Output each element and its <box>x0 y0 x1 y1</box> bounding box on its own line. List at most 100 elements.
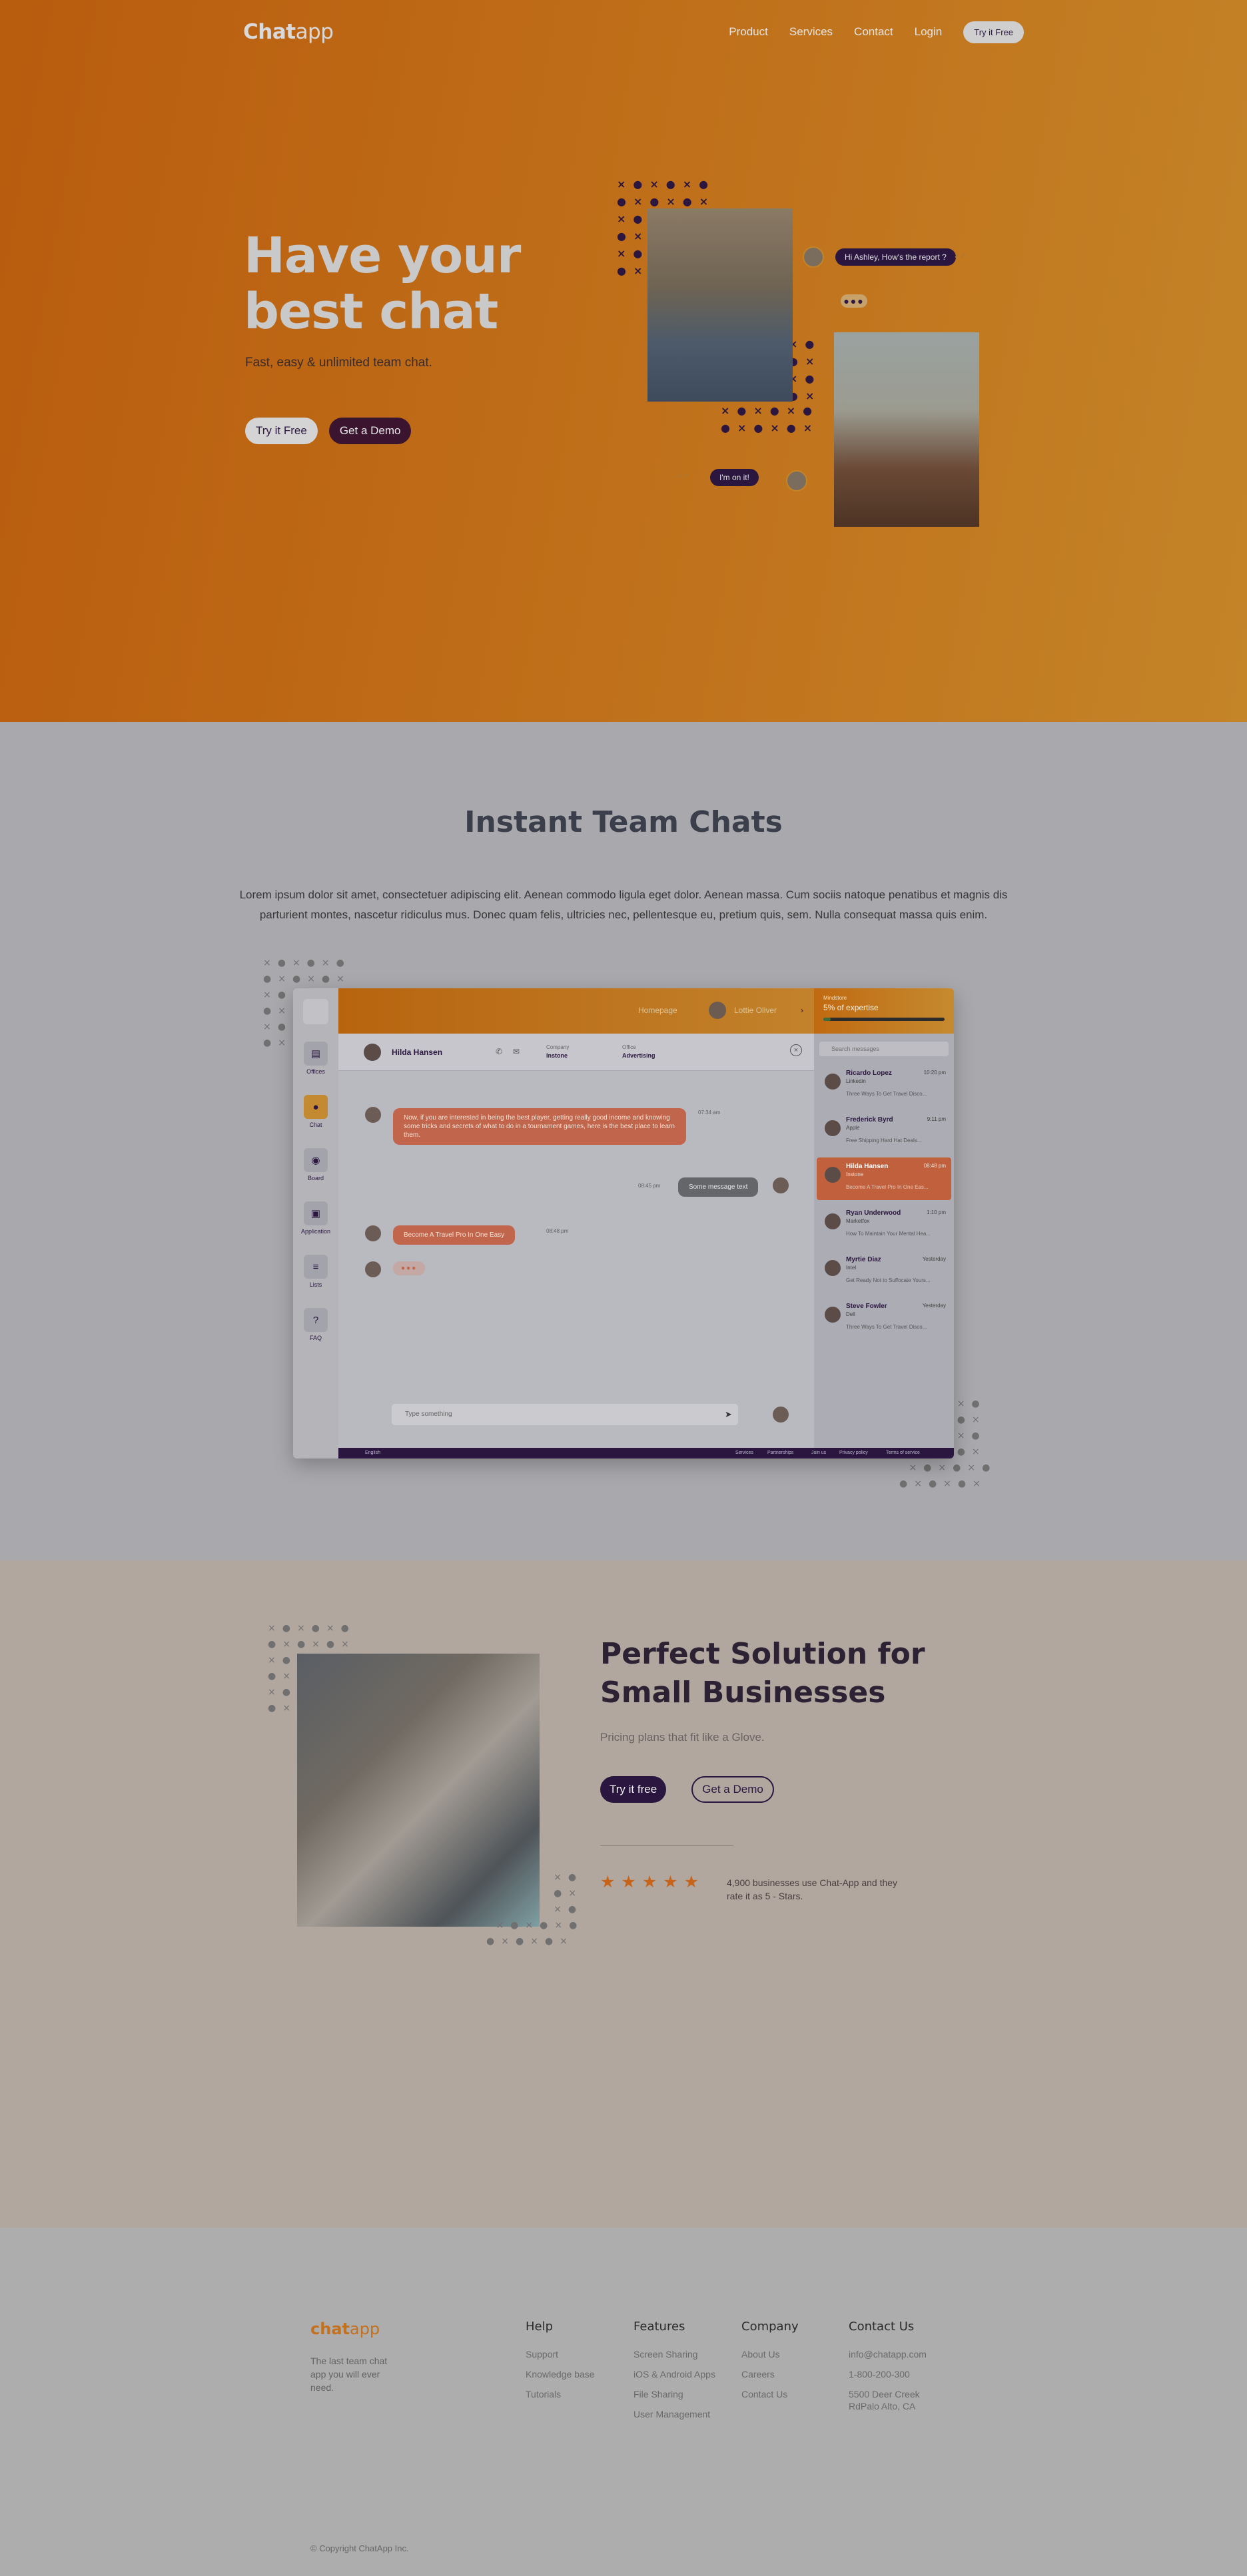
footer-link-privacy[interactable]: Privacy policy <box>839 1448 868 1458</box>
homepage-link[interactable]: Homepage <box>638 1006 677 1015</box>
expertise-caption: Mindstore <box>823 995 847 1001</box>
footer-link-terms[interactable]: Terms of service <box>886 1448 920 1458</box>
contact-item[interactable]: Myrtie Diaz Yesterday Intel Get Ready No… <box>817 1251 951 1293</box>
hero-demo-button[interactable]: Get a Demo <box>328 418 412 444</box>
contact-item-active[interactable]: Hilda Hansen 08:48 pm Instone Become A T… <box>817 1157 951 1200</box>
mail-icon[interactable]: ✉ <box>513 1047 520 1056</box>
footer-link[interactable]: Screen Sharing <box>633 2348 715 2360</box>
sidebar-item-lists[interactable]: ≡ Lists <box>300 1255 332 1288</box>
business-subtitle: Pricing plans that fit like a Glove. <box>600 1731 765 1744</box>
footer-email-link[interactable]: info@chatapp.com <box>849 2348 942 2360</box>
decorative-pattern: ×●×●×● ●×●×●× <box>721 404 820 434</box>
message-time: 08:48 pm <box>546 1228 569 1234</box>
section-title: Instant Team Chats <box>464 805 783 839</box>
contact-company: Instone <box>846 1171 864 1177</box>
typing-indicator: ●●● <box>841 294 867 308</box>
contact-preview: Become A Travel Pro In One Eas... <box>846 1184 929 1190</box>
contact-item[interactable]: Ryan Underwood 1:10 pm Marketfox How To … <box>817 1204 951 1247</box>
avatar <box>825 1167 841 1183</box>
divider <box>600 1845 733 1846</box>
sidebar-item-application[interactable]: ▣ Application <box>300 1201 332 1235</box>
contacts-panel: Mindstore 5% of expertise Search message… <box>814 988 954 1458</box>
current-user-name[interactable]: Lottie Oliver <box>734 1006 777 1015</box>
message-bubble: Become A Travel Pro In One Easy <box>393 1225 516 1245</box>
contact-time: 08:48 pm <box>923 1163 946 1169</box>
business-try-free-button[interactable]: Try it free <box>600 1776 667 1803</box>
search-input[interactable]: Search messages <box>819 1042 949 1056</box>
logo-light: app <box>349 2320 380 2338</box>
footer-link[interactable]: File Sharing <box>633 2388 715 2400</box>
footer-link[interactable]: Careers <box>741 2368 799 2380</box>
contact-item[interactable]: Ricardo Lopez 10:20 pm Linkedin Three Wa… <box>817 1064 951 1107</box>
footer-link[interactable]: iOS & Android Apps <box>633 2368 715 2380</box>
footer-link[interactable]: User Management <box>633 2408 715 2420</box>
contact-time: 9:11 pm <box>927 1116 946 1122</box>
logo[interactable]: Chatapp <box>243 20 334 44</box>
footer-column-title: Features <box>633 2320 685 2334</box>
copyright: © Copyright ChatApp Inc. <box>310 2543 409 2553</box>
message-input[interactable]: Type something <box>392 1404 738 1425</box>
nav-link-services[interactable]: Services <box>789 25 833 39</box>
avatar <box>825 1213 841 1229</box>
sidebar-item-offices[interactable]: ▤ Offices <box>300 1042 332 1075</box>
footer-link-partnerships[interactable]: Partnerships <box>767 1448 793 1458</box>
list-icon: ≡ <box>304 1255 328 1279</box>
phone-icon[interactable]: ✆ <box>496 1047 502 1056</box>
rating-note: 4,900 businesses use Chat-App and they r… <box>727 1877 898 1901</box>
footer-link[interactable]: Tutorials <box>526 2388 595 2400</box>
office-label: Office <box>622 1044 636 1050</box>
chevron-right-icon[interactable]: › <box>801 1006 803 1015</box>
footer-link-join[interactable]: Join us <box>811 1448 826 1458</box>
footer-column-contact: Contact Us info@chatapp.com 1-800-200-30… <box>849 2320 942 2420</box>
board-icon: ◉ <box>304 1148 328 1172</box>
sidebar-item-label: Application <box>300 1228 331 1235</box>
nav-link-login[interactable]: Login <box>915 25 943 39</box>
contact-item[interactable]: Steve Fowler Yesterday Dell Three Ways T… <box>817 1297 951 1340</box>
avatar <box>803 246 824 268</box>
hero-chat-bubble: Hi Ashley, How's the report ? <box>835 248 956 266</box>
language-select[interactable]: English <box>365 1450 380 1455</box>
footer-phone-link[interactable]: 1-800-200-300 <box>849 2368 942 2380</box>
business-buttons: Try it free Get a Demo <box>600 1776 774 1803</box>
nav-link-contact[interactable]: Contact <box>854 25 893 39</box>
footer-link[interactable]: About Us <box>741 2348 799 2360</box>
footer-logo[interactable]: chatapp <box>310 2320 380 2338</box>
top-nav: Chatapp Product Services Contact Login T… <box>243 19 1024 45</box>
site-footer: chatapp The last team chat app you will … <box>0 2228 1247 2576</box>
close-icon[interactable]: × <box>790 1044 802 1056</box>
hero-title: Have your best chat <box>244 227 521 340</box>
message-bubble: Now, if you are interested in being the … <box>393 1108 686 1145</box>
business-demo-button[interactable]: Get a Demo <box>691 1776 774 1803</box>
hero-try-free-button[interactable]: Try it Free <box>245 418 318 444</box>
nav-try-free-button[interactable]: Try it Free <box>963 21 1024 43</box>
avatar <box>365 1261 381 1277</box>
footer-link[interactable]: Contact Us <box>741 2388 799 2400</box>
man-photo <box>647 208 793 402</box>
expertise-card[interactable]: Mindstore 5% of expertise <box>814 988 954 1034</box>
footer-link[interactable]: Knowledge base <box>526 2368 595 2380</box>
contact-time: 1:10 pm <box>927 1209 946 1215</box>
contact-time: Yesterday <box>922 1256 946 1262</box>
company-label: Company <box>546 1044 570 1050</box>
hero-subtitle: Fast, easy & unlimited team chat. <box>245 356 432 370</box>
nav-links: Product Services Contact Login Try it Fr… <box>729 21 1024 43</box>
hero-chat-bubble-reply: I'm on it! <box>710 469 759 486</box>
business-section: ×●×●×● ●×●×●× ×● ●× ×● ●× ×● ●× ×● ×●×●×… <box>0 1560 1247 2228</box>
contact-preview: How To Maintain Your Mental Hea... <box>846 1231 931 1237</box>
contact-preview: Get Ready Not to Suffocate Yours... <box>846 1277 931 1283</box>
briefcase-icon: ▤ <box>304 1042 328 1066</box>
send-icon[interactable]: ➤ <box>725 1409 732 1420</box>
message-time: 07:34 am <box>698 1110 721 1116</box>
footer-link-services[interactable]: Services <box>735 1448 753 1458</box>
contact-item[interactable]: Frederick Byrd 9:11 pm Apple Free Shippi… <box>817 1111 951 1153</box>
contact-time: 10:20 pm <box>923 1070 946 1076</box>
sidebar-item-faq[interactable]: ? FAQ <box>300 1308 332 1341</box>
app-footer: English Services Partnerships Join us Pr… <box>338 1448 954 1458</box>
contact-preview: Three Ways To Get Travel Disco... <box>846 1324 927 1330</box>
sidebar-item-board[interactable]: ◉ Board <box>300 1148 332 1181</box>
sidebar-item-chat[interactable]: ● Chat <box>300 1095 332 1128</box>
contact-company: Marketfox <box>846 1218 870 1224</box>
footer-link[interactable]: Support <box>526 2348 595 2360</box>
nav-link-product[interactable]: Product <box>729 25 768 39</box>
expertise-progress-fill <box>823 1018 831 1021</box>
